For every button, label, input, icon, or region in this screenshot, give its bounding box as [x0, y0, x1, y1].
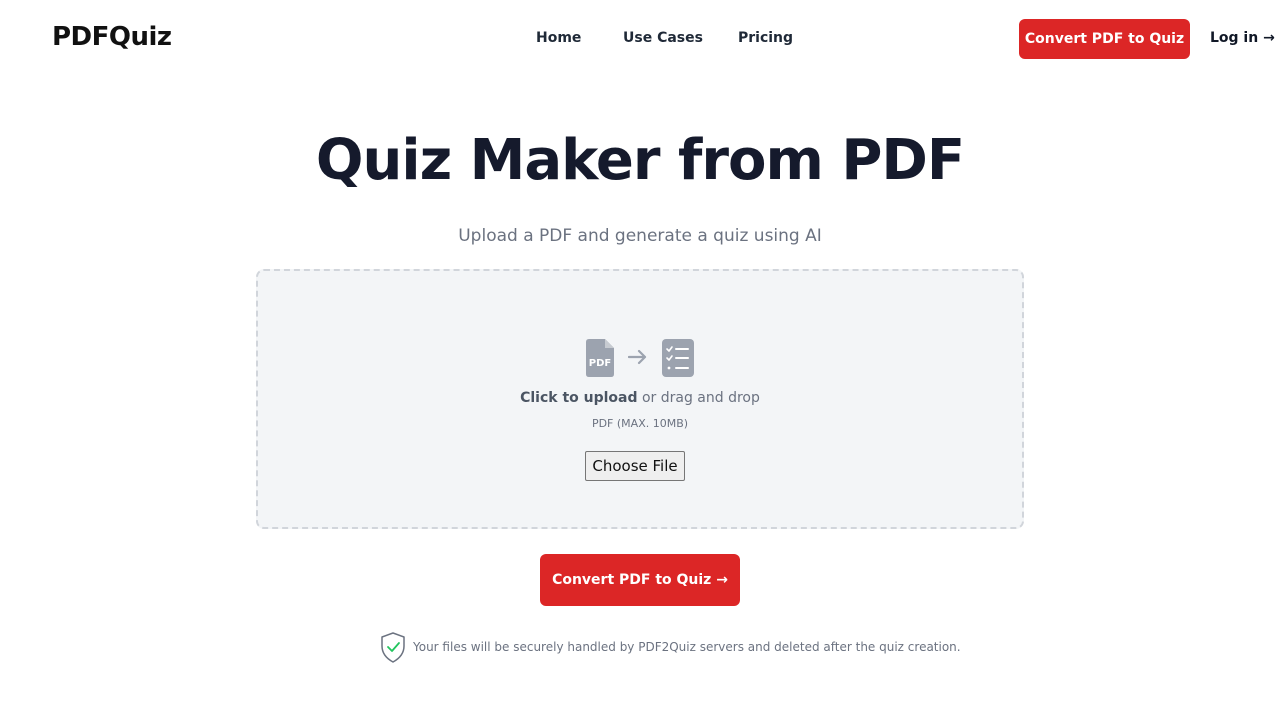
svg-text:PDF: PDF [589, 358, 611, 369]
upload-icons: PDF [586, 339, 698, 379]
page-subtitle: Upload a PDF and generate a quiz using A… [458, 226, 822, 246]
arrow-right-icon [628, 349, 647, 365]
security-note: Your files will be securely handled by P… [380, 632, 961, 664]
click-to-upload-label[interactable]: Click to upload [520, 390, 637, 406]
drag-drop-label: or drag and drop [637, 390, 760, 406]
convert-pdf-button[interactable]: Convert PDF to Quiz → [540, 554, 740, 606]
upload-instruction: Click to upload or drag and drop [258, 390, 1022, 406]
page-title: Quiz Maker from PDF [315, 128, 965, 193]
nav-use-cases[interactable]: Use Cases [623, 30, 703, 46]
checklist-icon [662, 339, 694, 377]
nav-pricing[interactable]: Pricing [738, 30, 793, 46]
header-convert-button[interactable]: Convert PDF to Quiz [1019, 19, 1190, 59]
shield-check-icon [381, 632, 405, 663]
choose-file-button[interactable]: Choose File [585, 451, 685, 481]
upload-dropzone[interactable]: PDF Click to upload or drag and drop PDF… [256, 269, 1024, 529]
site-header: PDFQuiz Home Use Cases Pricing Convert P… [0, 0, 1280, 78]
login-link[interactable]: Log in → [1210, 30, 1275, 46]
file-type-hint: PDF (MAX. 10MB) [591, 417, 689, 430]
security-text: Your files will be securely handled by P… [413, 640, 961, 654]
nav-home[interactable]: Home [536, 30, 581, 46]
pdf-file-icon: PDF [586, 339, 614, 377]
